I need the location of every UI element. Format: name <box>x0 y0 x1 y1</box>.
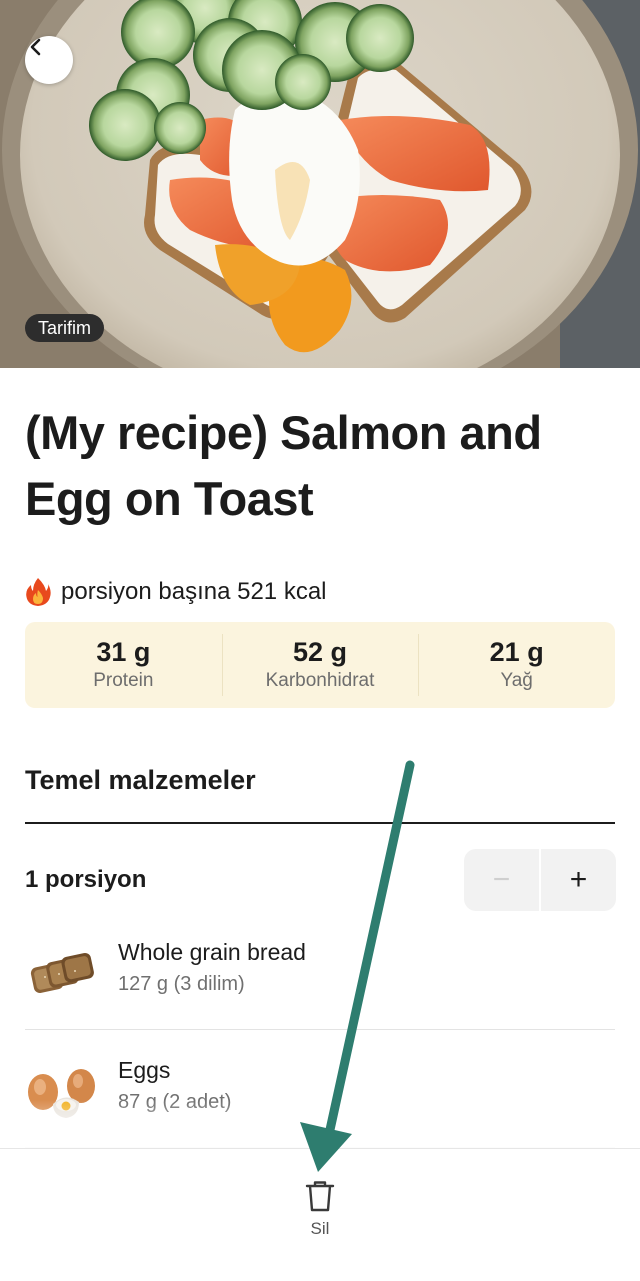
ingredients-section-title: Temel malzemeler <box>25 765 256 795</box>
increase-portion-button[interactable]: + <box>541 849 616 911</box>
macro-value: 21 g <box>489 637 544 667</box>
macro-fat: 21 g Yağ <box>418 622 615 708</box>
trash-icon <box>305 1181 335 1212</box>
delete-label: Sil <box>310 1219 330 1238</box>
portion-count-label: 1 porsiyon <box>25 866 147 893</box>
ingredient-amount: 127 g (3 dilim) <box>118 973 245 995</box>
delete-recipe-button[interactable]: Sil <box>280 1179 360 1255</box>
recipe-hero-image: Tarifim <box>0 0 640 368</box>
kcal-per-serving: porsiyon başına 521 kcal <box>25 574 327 610</box>
portion-stepper[interactable]: − + <box>464 849 616 911</box>
section-divider <box>25 822 615 824</box>
back-button[interactable] <box>25 36 73 84</box>
my-recipe-badge: Tarifim <box>25 314 104 342</box>
bottom-fade <box>0 1100 640 1148</box>
bread-icon <box>30 952 94 993</box>
chevron-left-icon <box>30 38 41 56</box>
macro-label: Karbonhidrat <box>265 670 375 691</box>
macro-value: 52 g <box>292 637 348 667</box>
recipe-title: (My recipe) Salmon and Egg on Toast <box>25 406 542 525</box>
flame-icon <box>25 577 51 607</box>
food-photo-illustration <box>0 0 640 368</box>
ingredient-name: Eggs <box>118 1057 171 1083</box>
decrease-portion-button[interactable]: − <box>464 849 541 911</box>
macro-value: 31 g <box>96 637 151 667</box>
macro-label: Yağ <box>500 670 533 691</box>
kcal-text: porsiyon başına 521 kcal <box>61 578 327 605</box>
macro-carbs: 52 g Karbonhidrat <box>221 622 419 708</box>
ingredient-row[interactable]: Whole grain bread 127 g (3 dilim) <box>25 912 615 1030</box>
macros-panel: 31 g Protein 52 g Karbonhidrat 21 g Yağ <box>25 622 615 708</box>
macro-label: Protein <box>93 670 154 691</box>
ingredient-name: Whole grain bread <box>118 939 306 965</box>
bottom-action-bar: Sil <box>0 1148 640 1281</box>
macro-protein: 31 g Protein <box>25 622 222 708</box>
